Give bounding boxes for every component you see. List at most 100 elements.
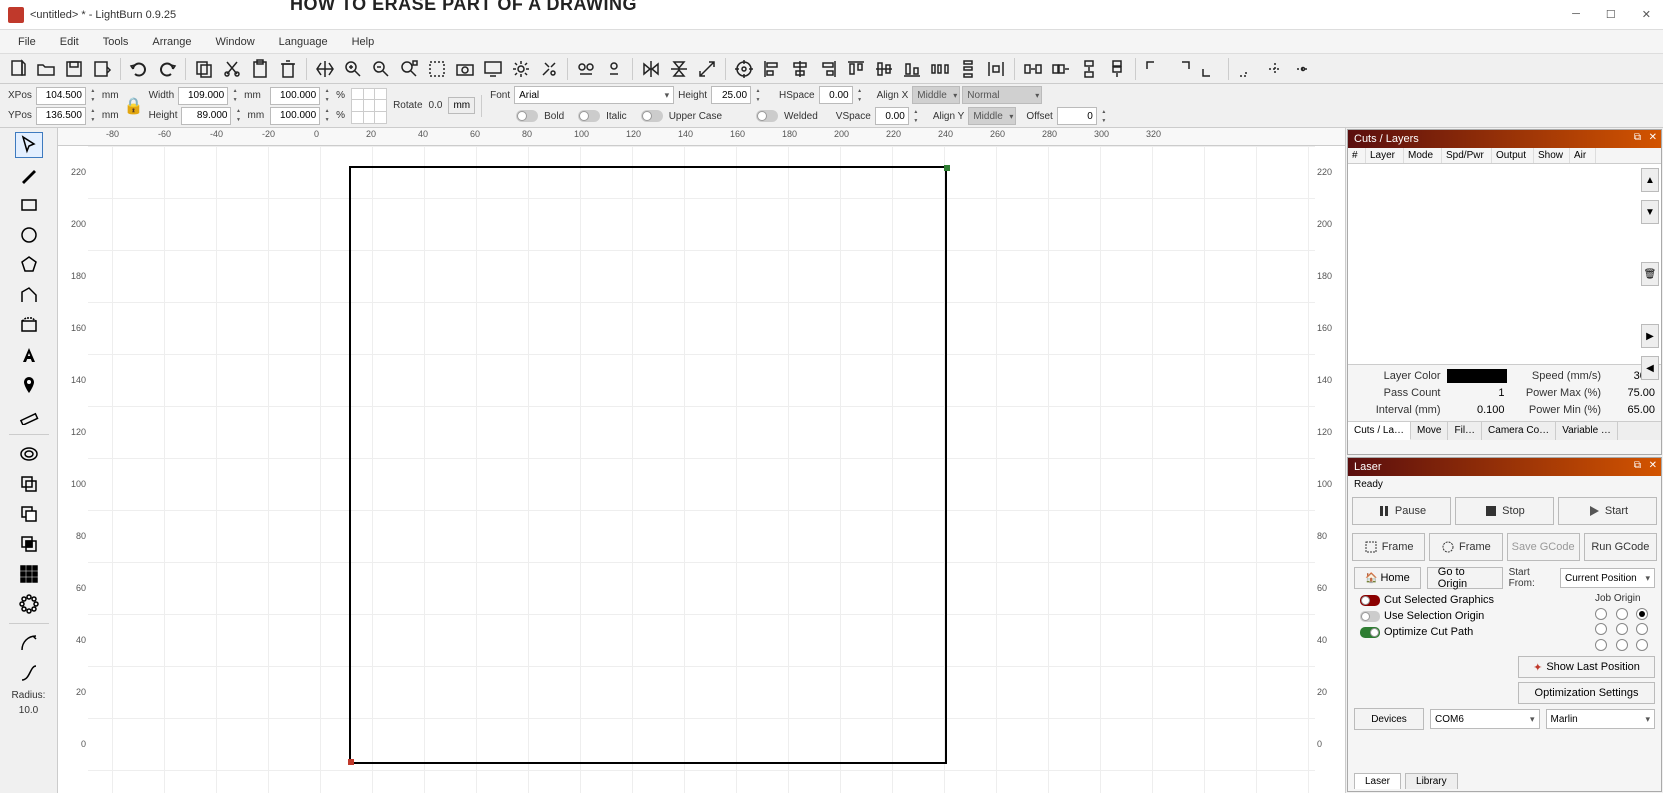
snap-mid-icon[interactable] (1291, 57, 1315, 81)
interval-value[interactable]: 0.100 (1447, 403, 1507, 417)
menu-file[interactable]: File (8, 34, 46, 50)
alignx-select[interactable]: Middle (912, 86, 960, 104)
close-panel-icon[interactable]: ✕ (1649, 132, 1657, 143)
edit-nodes-tool[interactable] (15, 282, 43, 308)
polygon-tool[interactable] (15, 252, 43, 278)
font-height-input[interactable]: 25.00 (711, 86, 751, 104)
measure-tool[interactable] (15, 402, 43, 428)
laser-panel-title[interactable]: Laser ⧉ ✕ (1348, 458, 1661, 476)
close-button[interactable]: ✕ (1638, 8, 1655, 21)
frame-button[interactable]: Frame (1352, 533, 1425, 561)
ellipse-tool[interactable] (15, 222, 43, 248)
pan-icon[interactable] (313, 57, 337, 81)
goto-origin-button[interactable]: Go to Origin (1427, 567, 1503, 589)
xpos-spinner[interactable]: ▲▼ (88, 87, 98, 105)
anchor-grid[interactable] (351, 88, 387, 124)
position-tool[interactable] (15, 372, 43, 398)
device-settings-icon[interactable] (537, 57, 561, 81)
cut-icon[interactable] (220, 57, 244, 81)
center-icon[interactable] (732, 57, 756, 81)
mirror-icon[interactable] (695, 57, 719, 81)
layer-down-button[interactable]: ▼ (1641, 200, 1659, 224)
tab-cuts[interactable]: Cuts / La… (1348, 422, 1411, 440)
col-show[interactable]: Show (1534, 148, 1570, 163)
draw-line-tool[interactable] (15, 162, 43, 188)
pause-button[interactable]: Pause (1352, 497, 1451, 525)
redo-icon[interactable] (155, 57, 179, 81)
corner-bl-icon[interactable] (1198, 57, 1222, 81)
flip-h-icon[interactable] (639, 57, 663, 81)
monitor-icon[interactable] (481, 57, 505, 81)
maximize-button[interactable]: ☐ (1602, 8, 1620, 21)
copy-icon[interactable] (192, 57, 216, 81)
radial-array-tool[interactable] (15, 591, 43, 617)
move-h-together-icon[interactable] (1049, 57, 1073, 81)
width-input[interactable]: 109.000 (178, 87, 228, 105)
laser-pin-icon[interactable]: ⧉ (1634, 460, 1641, 471)
boolean-intersect-tool[interactable] (15, 531, 43, 557)
passcount-value[interactable]: 1 (1447, 386, 1507, 400)
font-height-spinner[interactable]: ▲▼ (753, 86, 763, 104)
hspace-input[interactable]: 0.00 (819, 86, 853, 104)
move-v-together-icon[interactable] (1105, 57, 1129, 81)
open-icon[interactable] (34, 57, 58, 81)
dist-h-icon[interactable] (928, 57, 952, 81)
radius-value[interactable]: 10.0 (19, 705, 38, 716)
layer-delete-button[interactable]: 🗑 (1641, 262, 1659, 286)
scalex-input[interactable]: 100.000 (270, 87, 320, 105)
curve-tool[interactable] (15, 660, 43, 686)
vspace-input[interactable]: 0.00 (875, 107, 909, 125)
hspace-spinner[interactable]: ▲▼ (855, 86, 865, 104)
tab-laser[interactable]: Laser (1354, 773, 1401, 789)
devices-button[interactable]: Devices (1354, 708, 1424, 730)
cuts-panel-title[interactable]: Cuts / Layers ⧉ ✕ (1348, 130, 1661, 148)
laser-close-icon[interactable]: ✕ (1649, 460, 1657, 471)
corner-tl-icon[interactable] (1142, 57, 1166, 81)
cut-selected-toggle[interactable] (1360, 595, 1380, 606)
optimize-cut-toggle[interactable] (1360, 627, 1380, 638)
aligny-select[interactable]: Middle (968, 107, 1016, 125)
delete-icon[interactable] (276, 57, 300, 81)
bold-toggle[interactable] (516, 110, 538, 122)
camera-icon[interactable] (453, 57, 477, 81)
tab-file[interactable]: Fil… (1448, 422, 1482, 440)
grid-array-tool[interactable] (15, 561, 43, 587)
ypos-input[interactable]: 136.500 (36, 107, 86, 125)
welded-toggle[interactable] (756, 110, 778, 122)
align-bottom-icon[interactable] (900, 57, 924, 81)
font-select[interactable]: Arial (514, 86, 674, 104)
run-gcode-button[interactable]: Run GCode (1584, 533, 1657, 561)
col-mode[interactable]: Mode (1404, 148, 1442, 163)
frame-rubber-button[interactable]: Frame (1429, 533, 1502, 561)
menu-language[interactable]: Language (269, 34, 338, 50)
corner-tr-icon[interactable] (1170, 57, 1194, 81)
menu-arrange[interactable]: Arrange (142, 34, 201, 50)
settings-icon[interactable] (509, 57, 533, 81)
vspace-spinner[interactable]: ▲▼ (911, 107, 921, 125)
use-selection-origin-toggle[interactable] (1360, 611, 1380, 622)
menu-window[interactable]: Window (206, 34, 265, 50)
ungroup-icon[interactable] (602, 57, 626, 81)
snap-center-icon[interactable] (1263, 57, 1287, 81)
group-icon[interactable] (574, 57, 598, 81)
firmware-select[interactable]: Marlin (1546, 709, 1656, 729)
edit-shape-tool[interactable] (15, 312, 43, 338)
frame-select-icon[interactable] (425, 57, 449, 81)
save-gcode-button[interactable]: Save GCode (1507, 533, 1580, 561)
dist-v-icon[interactable] (956, 57, 980, 81)
tab-library[interactable]: Library (1405, 773, 1458, 789)
job-origin-grid[interactable] (1595, 608, 1655, 652)
zoom-in-icon[interactable] (341, 57, 365, 81)
text-tool[interactable] (15, 342, 43, 368)
canvas[interactable]: -80-60-40-200204060801001201401601802002… (58, 128, 1345, 793)
align-hcenter-icon[interactable] (788, 57, 812, 81)
menu-edit[interactable]: Edit (50, 34, 89, 50)
scaley-input[interactable]: 100.000 (270, 107, 320, 125)
powermax-value[interactable]: 75.00 (1607, 386, 1657, 400)
save-icon[interactable] (62, 57, 86, 81)
stop-button[interactable]: Stop (1455, 497, 1554, 525)
dist-both-icon[interactable] (984, 57, 1008, 81)
tab-camera[interactable]: Camera Co… (1482, 422, 1556, 440)
height-spinner[interactable]: ▲▼ (233, 107, 243, 125)
layer-right-button[interactable]: ▶ (1641, 324, 1659, 348)
